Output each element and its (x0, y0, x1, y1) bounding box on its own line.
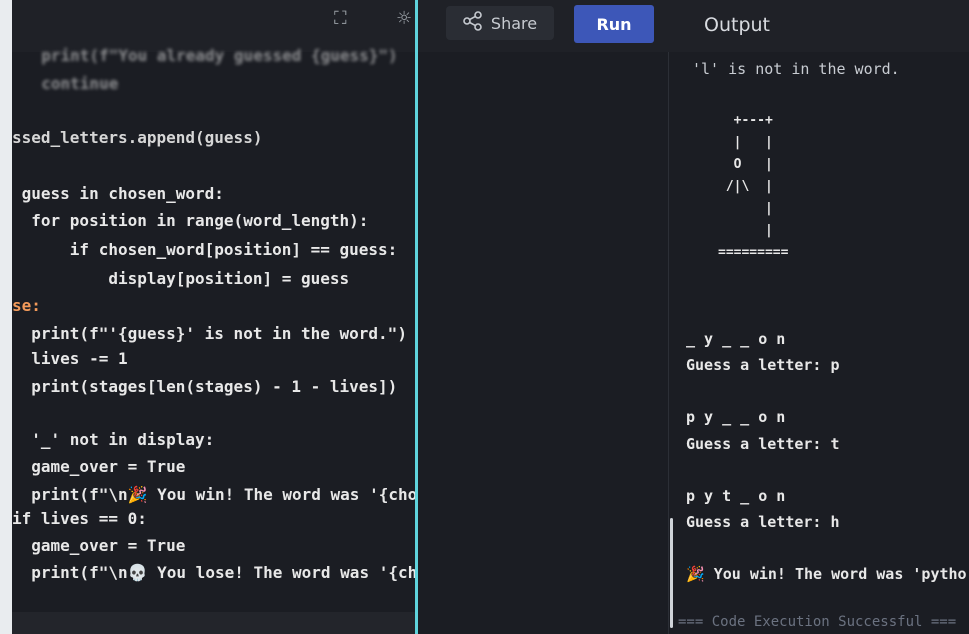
code-line: lives -= 1 (12, 349, 128, 368)
execution-status: === Code Execution Successful === (678, 614, 957, 630)
code-line: '_' not in display: (12, 430, 215, 449)
hangman-ascii-art: +---+ | | O | /|\ | | | ========= (718, 113, 789, 260)
code-editor[interactable]: print(f"You already guessed {guess}") co… (12, 0, 415, 634)
output-line: p y t _ o n (686, 487, 786, 505)
share-icon (463, 11, 483, 35)
output-line: p y _ _ o n (686, 408, 786, 426)
share-button[interactable]: Share (446, 6, 554, 40)
code-line: ssed_letters.append(guess) (12, 128, 263, 147)
editor-bottom-strip (12, 612, 415, 634)
output-line: _ y _ _ o n (686, 330, 786, 348)
code-line: if lives == 0: (12, 509, 147, 528)
code-line: for position in range(word_length): (12, 211, 369, 230)
code-line: if chosen_word[position] == guess: (12, 240, 398, 259)
output-panel: 'l' is not in the word. +---+ | | O | /|… (668, 52, 969, 634)
run-button[interactable]: Run (574, 5, 654, 43)
output-line: Guess a letter: t (686, 435, 840, 453)
code-line: print(f"'{guess}' is not in the word.") (12, 324, 407, 343)
code-line: print(f"\n💀 You lose! The word was '{cho… (31, 563, 415, 582)
code-line: game_over = True (12, 457, 186, 476)
output-title: Output (704, 14, 770, 36)
screen: ⛶ ☼ Share Run Output print(f"You already… (12, 0, 969, 634)
resize-divider[interactable] (415, 0, 418, 634)
code-line: se: (12, 296, 41, 315)
output-scrollbar[interactable] (670, 518, 673, 628)
win-message: 🎉 You win! The word was 'pytho (686, 565, 967, 583)
code-line: print(stages[len(stages) - 1 - lives]) (12, 377, 398, 396)
code-line: display[position] = guess (12, 269, 350, 288)
panel-separator (668, 52, 669, 634)
code-line: guess in chosen_word: (12, 184, 224, 203)
output-line: 'l' is not in the word. (692, 60, 900, 78)
share-label: Share (490, 13, 538, 33)
code-line: print(f"\n🎉 You win! The word was '{chos… (31, 485, 415, 504)
output-line: Guess a letter: p (686, 356, 840, 374)
code-line: game_over = True (12, 536, 186, 555)
code-line: print(f"You already guessed {guess}") (22, 46, 398, 65)
code-line: continue (22, 74, 119, 93)
output-line: Guess a letter: h (686, 513, 840, 531)
